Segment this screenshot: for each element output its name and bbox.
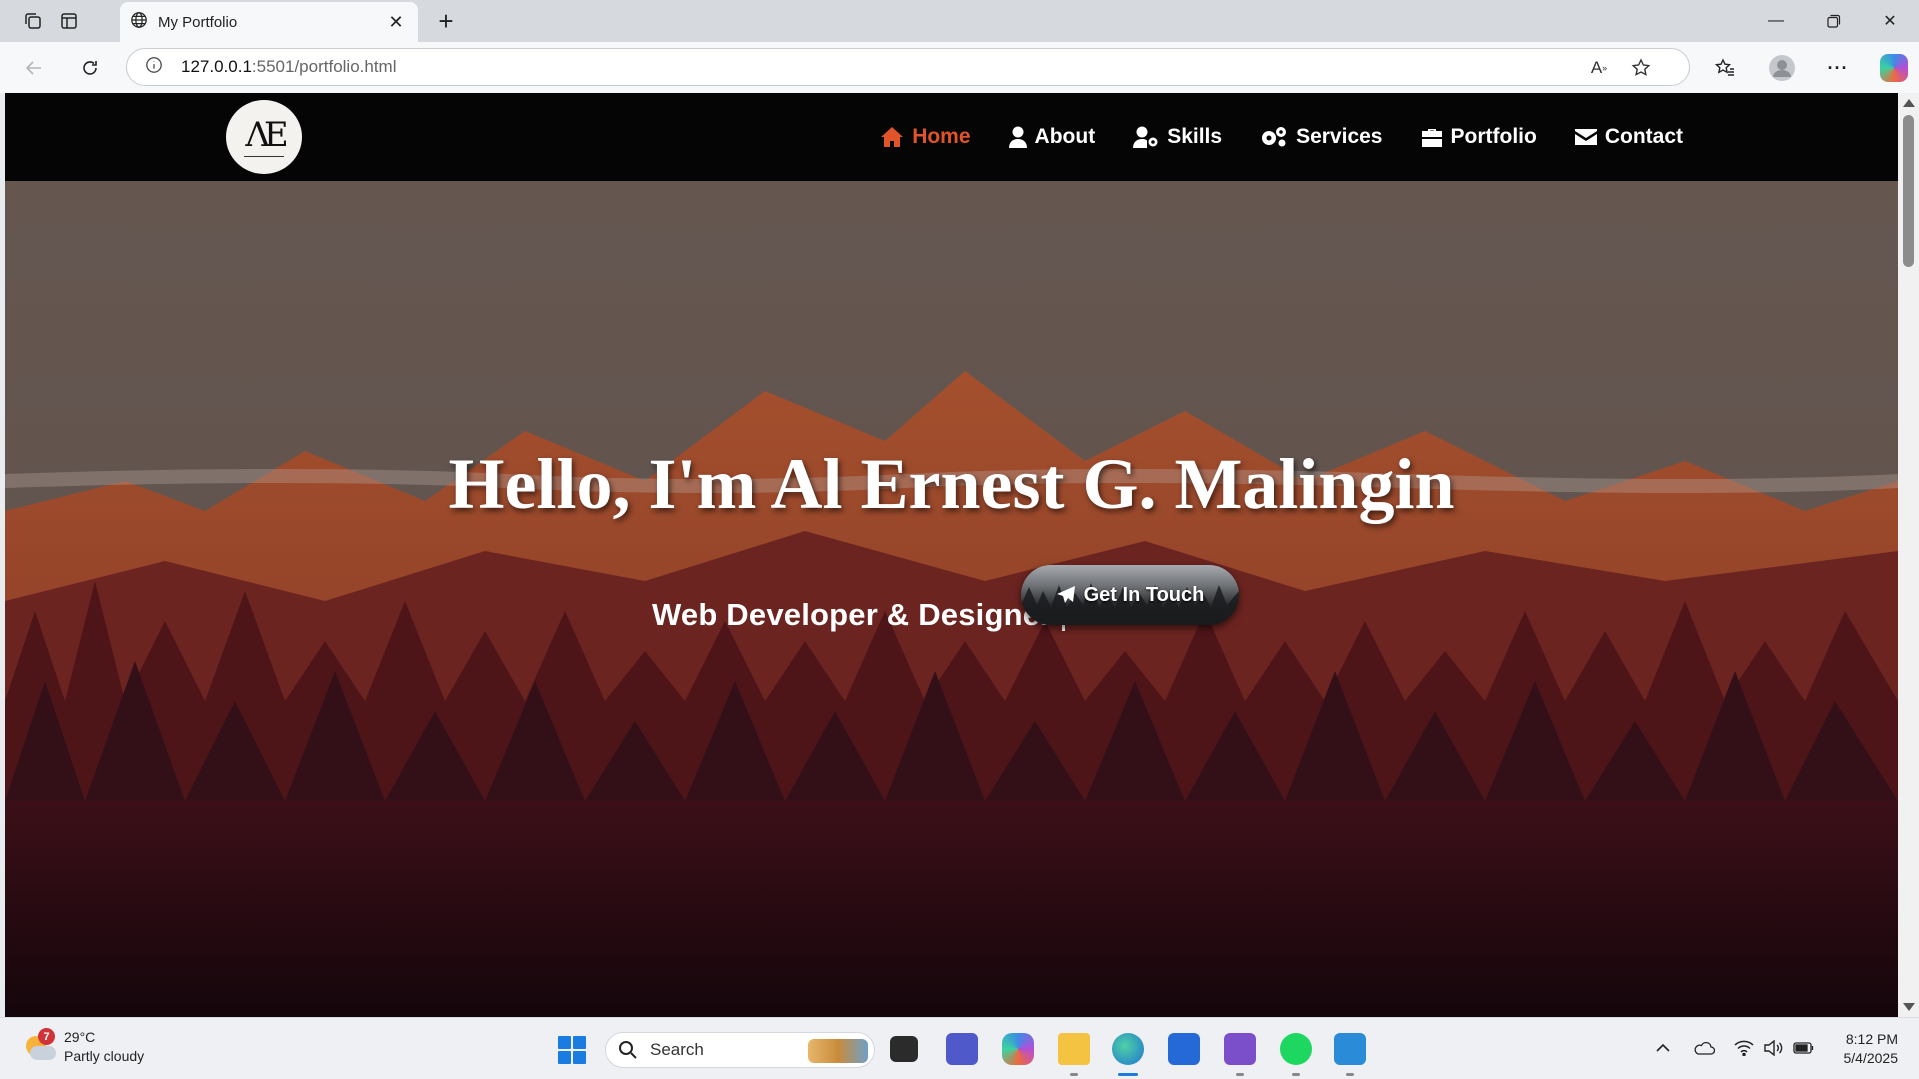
nav-contact-label: Contact xyxy=(1604,125,1683,148)
workspaces-icon[interactable] xyxy=(18,7,48,35)
chevron-up-icon[interactable] xyxy=(1651,1036,1675,1060)
scroll-up-arrow-icon[interactable] xyxy=(1903,99,1915,107)
nav-portfolio-label: Portfolio xyxy=(1450,125,1537,148)
hero-title: Hello, I'm Al Ernest G. Malingin xyxy=(448,444,1455,524)
nav-portfolio[interactable]: Portfolio xyxy=(1421,125,1537,149)
new-tab-button[interactable]: + xyxy=(430,6,462,36)
nav-links: Home About Skills Services Portfolio Con… xyxy=(880,93,1683,181)
close-window-icon[interactable]: ✕ xyxy=(1861,0,1919,42)
page-scrollbar[interactable] xyxy=(1898,93,1919,1017)
edge-icon[interactable] xyxy=(1112,1033,1144,1065)
site-logo[interactable]: ΛE xyxy=(226,100,302,174)
nav-skills-label: Skills xyxy=(1167,125,1223,148)
teams-icon[interactable] xyxy=(946,1033,978,1065)
search-icon xyxy=(619,1041,637,1059)
envelope-icon xyxy=(1574,129,1597,145)
clock-time: 8:12 PM xyxy=(1845,1031,1898,1047)
user-icon xyxy=(1008,126,1027,148)
wifi-icon[interactable] xyxy=(1732,1036,1756,1060)
taskbar: 7 29°C Partly cloudy Search 8:12 PM 5/4/… xyxy=(0,1017,1919,1079)
clock-date: 5/4/2025 xyxy=(1843,1050,1899,1066)
weather-temp: 29°C xyxy=(64,1029,96,1045)
url-field[interactable]: 127.0.0.1:5501/portfolio.html A» xyxy=(126,48,1690,86)
task-view-icon[interactable] xyxy=(890,1036,918,1062)
paper-plane-icon xyxy=(1056,586,1075,603)
refresh-icon[interactable] xyxy=(74,52,106,84)
battery-icon[interactable] xyxy=(1792,1036,1816,1060)
site-navbar: ΛE Home About Skills Services Portfolio … xyxy=(5,93,1898,181)
site-info-icon[interactable] xyxy=(145,56,163,79)
back-icon[interactable] xyxy=(18,52,50,84)
store-icon[interactable] xyxy=(1168,1033,1200,1065)
copilot-app-icon[interactable] xyxy=(1002,1033,1034,1065)
taskbar-search[interactable]: Search xyxy=(605,1032,875,1068)
url-text: 127.0.0.1:5501/portfolio.html xyxy=(181,57,397,76)
close-tab-icon[interactable]: ✕ xyxy=(384,10,408,34)
spotify-icon[interactable] xyxy=(1280,1033,1312,1065)
nav-services[interactable]: Services xyxy=(1260,125,1383,149)
profile-avatar[interactable] xyxy=(1765,52,1799,84)
onedrive-icon[interactable] xyxy=(1692,1036,1716,1060)
favorites-icon[interactable] xyxy=(1708,52,1742,84)
address-bar-row: 127.0.0.1:5501/portfolio.html A» ··· xyxy=(0,42,1919,93)
nav-services-label: Services xyxy=(1296,125,1383,148)
vscode-icon[interactable] xyxy=(1334,1033,1366,1065)
weather-desc: Partly cloudy xyxy=(64,1048,145,1064)
hero-section: Hello, I'm Al Ernest G. Malingin Web Dev… xyxy=(5,181,1898,1017)
partly-cloudy-icon: 7 xyxy=(22,1028,56,1062)
scroll-down-arrow-icon[interactable] xyxy=(1903,1003,1915,1011)
favorite-star-icon[interactable] xyxy=(1627,55,1655,81)
weather-widget[interactable]: 7 29°C Partly cloudy xyxy=(22,1028,144,1066)
minimize-icon[interactable]: — xyxy=(1747,0,1805,42)
read-aloud-icon[interactable]: A» xyxy=(1585,55,1613,81)
logo-monogram: ΛE xyxy=(245,114,288,155)
briefcase-icon xyxy=(1421,129,1442,147)
globe-icon xyxy=(130,11,148,34)
tab-title: My Portfolio xyxy=(158,13,238,31)
search-placeholder: Search xyxy=(650,1040,704,1059)
nav-about-label: About xyxy=(1034,125,1096,148)
scroll-thumb[interactable] xyxy=(1903,115,1914,267)
hero-subtitle: Web Developer & Designer xyxy=(652,597,1066,633)
nav-home[interactable]: Home xyxy=(880,125,971,149)
vertical-tabs-icon[interactable] xyxy=(54,7,84,35)
start-button[interactable] xyxy=(558,1036,586,1064)
page-viewport: ΛE Home About Skills Services Portfolio … xyxy=(5,93,1898,1017)
restore-icon[interactable] xyxy=(1805,0,1863,42)
user-gear-icon xyxy=(1133,126,1158,148)
search-highlight-art xyxy=(808,1039,868,1063)
nav-contact[interactable]: Contact xyxy=(1574,125,1683,149)
nav-home-label: Home xyxy=(912,125,971,148)
file-explorer-icon[interactable] xyxy=(1058,1033,1090,1065)
system-clock[interactable]: 8:12 PM 5/4/2025 xyxy=(1836,1030,1899,1068)
get-in-touch-button[interactable]: Get In Touch xyxy=(1021,565,1239,625)
more-options-icon[interactable]: ··· xyxy=(1821,52,1855,84)
weather-badge: 7 xyxy=(38,1028,55,1045)
gears-icon xyxy=(1262,127,1287,147)
home-icon xyxy=(881,127,904,147)
browser-tab-bar: My Portfolio ✕ + — ✕ xyxy=(0,0,1919,42)
volume-icon[interactable] xyxy=(1762,1036,1786,1060)
nav-skills[interactable]: Skills xyxy=(1133,125,1222,149)
nav-about[interactable]: About xyxy=(1008,125,1096,149)
copilot-icon[interactable] xyxy=(1880,54,1908,82)
browser-tab[interactable]: My Portfolio ✕ xyxy=(120,2,418,42)
get-in-touch-label: Get In Touch xyxy=(1083,583,1205,606)
visual-studio-icon[interactable] xyxy=(1224,1033,1256,1065)
